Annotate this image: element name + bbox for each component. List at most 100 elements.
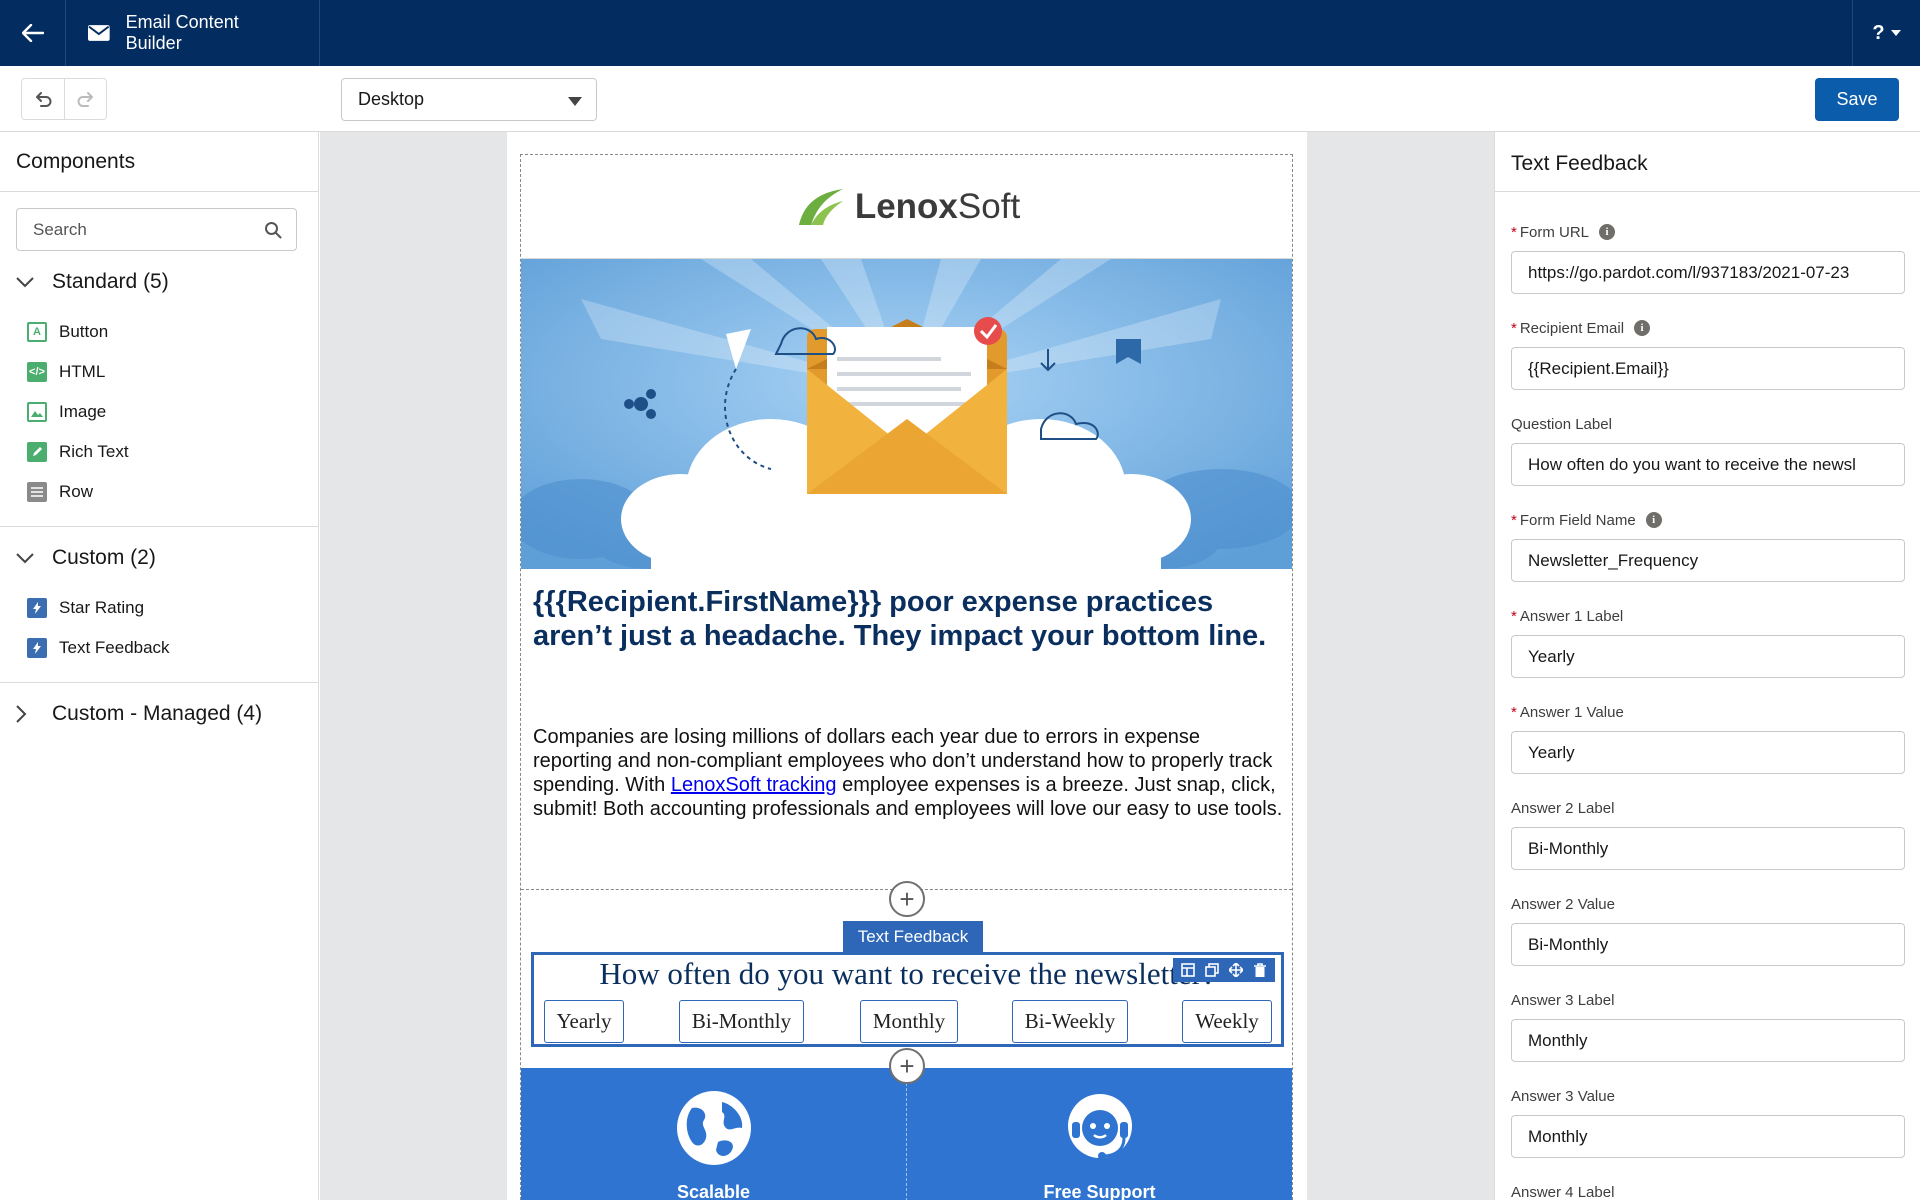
logo-row[interactable]: LenoxSoft <box>521 155 1292 259</box>
feature-column-scalable: Scalable <box>521 1068 906 1200</box>
field-label: Answer 2 Value <box>1511 894 1905 914</box>
component-image[interactable]: Image <box>27 402 106 422</box>
required-marker: * <box>1511 511 1517 529</box>
component-label: Rich Text <box>59 442 129 461</box>
device-preview-select[interactable]: Desktop <box>341 78 597 121</box>
field-label: * Recipient Email i <box>1511 318 1905 338</box>
duplicate-icon[interactable] <box>1200 959 1224 981</box>
lenoxsoft-tracking-link[interactable]: LenoxSoft tracking <box>671 774 837 796</box>
component-button[interactable]: A Button <box>27 322 108 342</box>
global-header: Email Content Builder ? <box>0 0 1920 66</box>
button-component-icon: A <box>27 322 47 342</box>
hero-image[interactable] <box>521 259 1292 569</box>
section-custom[interactable]: Custom (2) <box>16 546 156 570</box>
field-label-text: Answer 3 Value <box>1511 1087 1615 1105</box>
move-icon[interactable] <box>1224 959 1248 981</box>
question-label-input[interactable]: How often do you want to receive the new… <box>1511 443 1905 486</box>
features-row[interactable]: Scalable Free Support <box>521 1068 1292 1200</box>
hero-illustration <box>521 259 1292 569</box>
email-canvas: LenoxSoft {{{Recipient.FirstName}}} poor… <box>320 132 1494 1200</box>
save-button[interactable]: Save <box>1815 78 1899 121</box>
device-select-value: Desktop <box>358 89 425 109</box>
answer-2-label-field: Answer 2 Label Bi-Monthly <box>1511 798 1905 870</box>
redo-button[interactable] <box>64 79 106 119</box>
component-star-rating[interactable]: Star Rating <box>27 598 144 618</box>
lenoxsoft-logo-icon <box>798 188 843 225</box>
delete-icon[interactable] <box>1248 959 1272 981</box>
info-icon[interactable]: i <box>1645 512 1662 528</box>
field-label: Question Label <box>1511 414 1905 434</box>
undo-redo-group <box>21 78 107 120</box>
builder-toolbar: Desktop Save <box>0 66 1920 132</box>
layout-icon[interactable] <box>1176 959 1200 981</box>
form-url-field: * Form URL i https://go.pardot.com/l/93718… <box>1511 222 1905 294</box>
component-rich-text[interactable]: Rich Text <box>27 442 129 462</box>
field-label: Answer 2 Label <box>1511 798 1905 818</box>
lightning-component-icon <box>27 598 47 618</box>
component-label: Button <box>59 322 109 341</box>
section-custom-managed-label: Custom - Managed (4) <box>52 702 263 725</box>
answer-3-label-input[interactable]: Monthly <box>1511 1019 1905 1062</box>
chevron-down-icon <box>16 276 38 288</box>
form-field-name-field: * Form Field Name i Newsletter_Frequency <box>1511 510 1905 582</box>
recipient-email-field: * Recipient Email i {{Recipient.Email}} <box>1511 318 1905 390</box>
feedback-answer-button[interactable]: Yearly <box>544 1000 624 1043</box>
help-label: ? <box>1872 21 1885 44</box>
answer-2-value-input[interactable]: Bi-Monthly <box>1511 923 1905 966</box>
add-row-button[interactable]: + <box>889 1048 925 1084</box>
feedback-answer-button[interactable]: Bi-Weekly <box>1012 1000 1128 1043</box>
form-field-name-input[interactable]: Newsletter_Frequency <box>1511 539 1905 582</box>
field-label-text: Answer 1 Value <box>1519 703 1624 721</box>
row-component-icon <box>27 482 47 502</box>
email-body: LenoxSoft {{{Recipient.FirstName}}} poor… <box>520 154 1293 1200</box>
answer-1-value-input[interactable]: Yearly <box>1511 731 1905 774</box>
recipient-email-input[interactable]: {{Recipient.Email}} <box>1511 347 1905 390</box>
section-standard[interactable]: Standard (5) <box>16 270 169 294</box>
feedback-answer-button[interactable]: Monthly <box>860 1000 958 1043</box>
section-divider <box>0 526 319 527</box>
chevron-right-icon <box>16 705 38 723</box>
field-label: Answer 3 Value <box>1511 1086 1905 1106</box>
feature-label: Scalable <box>676 1182 751 1200</box>
info-icon[interactable]: i <box>1599 224 1616 240</box>
field-label: * Answer 1 Label <box>1511 606 1905 626</box>
component-label: Row <box>59 482 94 501</box>
help-menu-button[interactable]: ? <box>1852 0 1920 66</box>
email-headline[interactable]: {{{Recipient.FirstName}}} poor expense p… <box>533 585 1283 653</box>
add-row-button[interactable]: + <box>889 881 925 917</box>
undo-button[interactable] <box>22 79 64 119</box>
feedback-answer-button[interactable]: Bi-Monthly <box>679 1000 804 1043</box>
section-custom-managed[interactable]: Custom - Managed (4) <box>16 702 262 726</box>
required-marker: * <box>1511 607 1517 625</box>
field-label-text: Question Label <box>1511 415 1612 433</box>
component-text-feedback[interactable]: Text Feedback <box>27 638 170 658</box>
plus-icon: + <box>899 883 915 914</box>
form-url-input[interactable]: https://go.pardot.com/l/937183/2021-07-2… <box>1511 251 1905 294</box>
field-label: Answer 4 Label <box>1511 1182 1905 1200</box>
field-label-text: Answer 2 Value <box>1511 895 1615 913</box>
answer-1-value-field: * Answer 1 Value Yearly <box>1511 702 1905 774</box>
component-html[interactable]: </> HTML <box>27 362 105 382</box>
support-agent-icon <box>1067 1094 1132 1160</box>
section-divider <box>0 682 319 683</box>
feedback-answer-button[interactable]: Weekly <box>1182 1000 1272 1043</box>
selected-component-tag: Text Feedback <box>843 921 983 953</box>
component-label: Text Feedback <box>59 638 170 657</box>
answer-1-label-input[interactable]: Yearly <box>1511 635 1905 678</box>
globe-icon <box>676 1091 751 1165</box>
required-marker: * <box>1511 703 1517 721</box>
back-button[interactable] <box>0 0 66 66</box>
email-body-text[interactable]: Companies are losing millions of dollars… <box>533 725 1283 821</box>
field-label: * Form URL i <box>1511 222 1905 242</box>
answer-2-label-input[interactable]: Bi-Monthly <box>1511 827 1905 870</box>
component-search-input[interactable]: Search <box>16 208 297 251</box>
feature-label: Free Support <box>1043 1182 1156 1200</box>
feedback-question: How often do you want to receive the new… <box>599 956 1216 991</box>
feature-column-free-support: Free Support <box>907 1068 1292 1200</box>
redo-icon <box>77 92 93 107</box>
text-feedback-block[interactable]: How often do you want to receive the new… <box>531 952 1284 1047</box>
info-icon[interactable]: i <box>1634 320 1651 336</box>
html-component-icon: </> <box>27 362 47 382</box>
answer-3-value-input[interactable]: Monthly <box>1511 1115 1905 1158</box>
component-row[interactable]: Row <box>27 482 93 502</box>
